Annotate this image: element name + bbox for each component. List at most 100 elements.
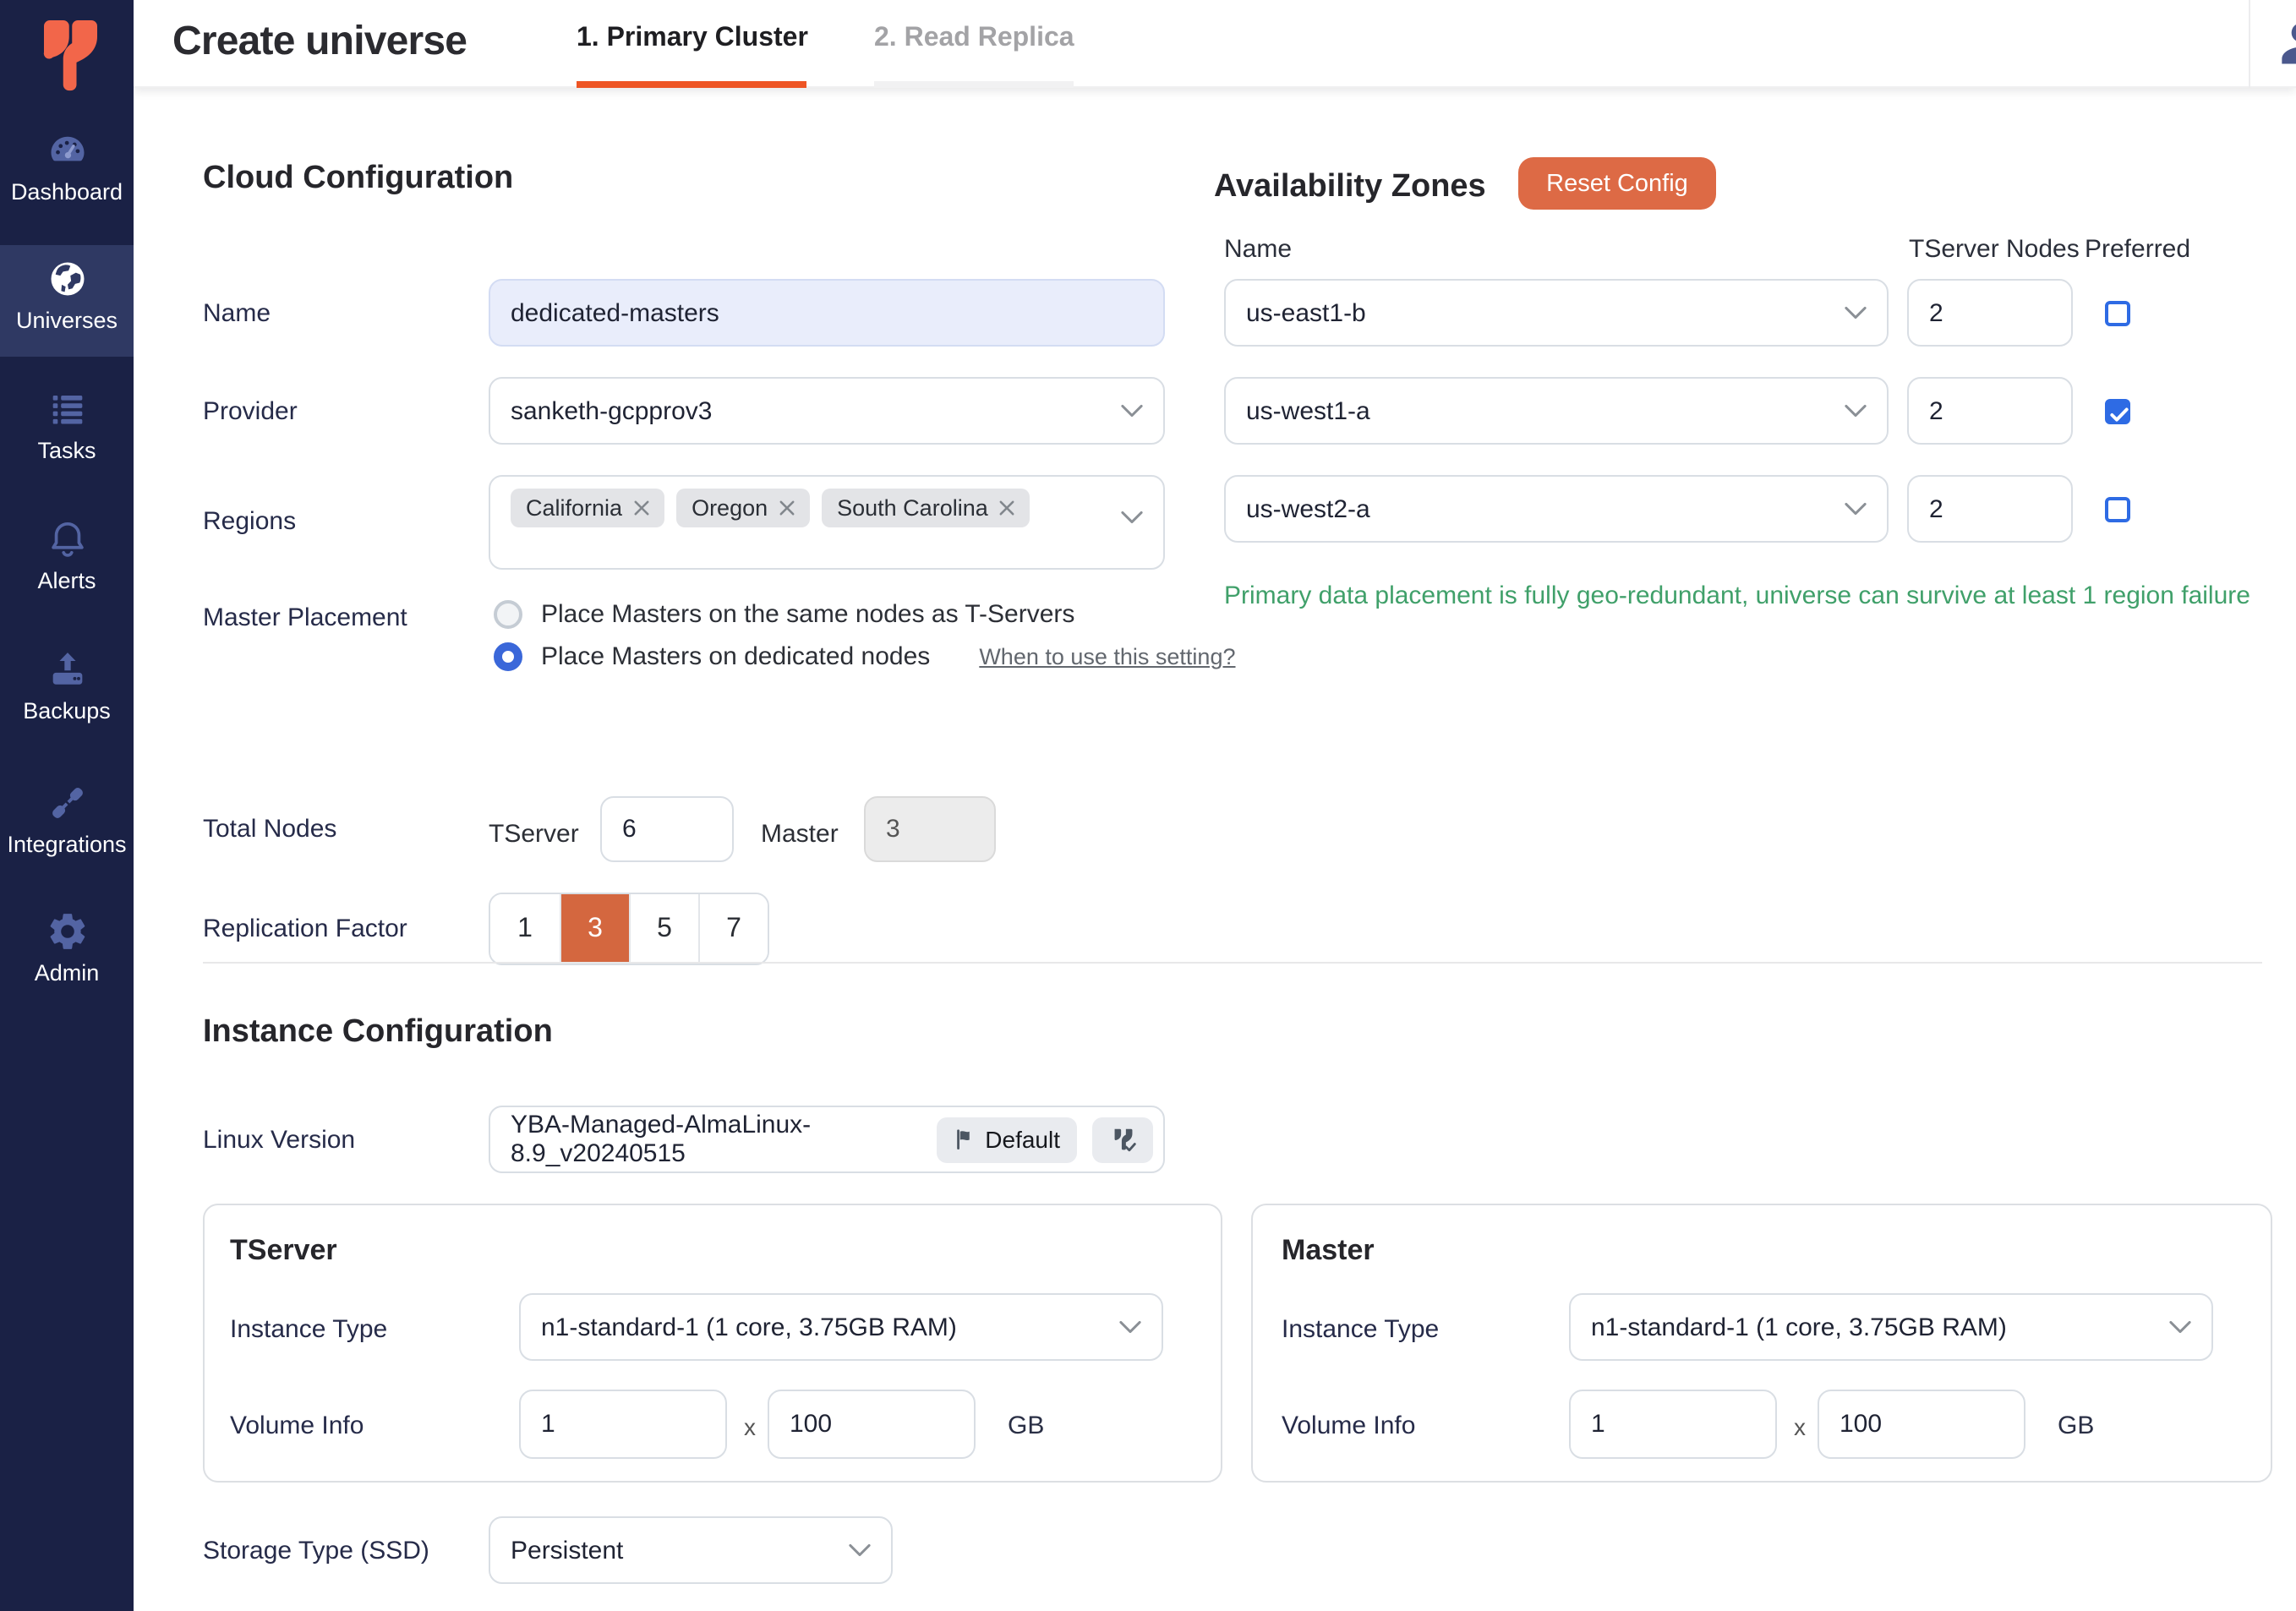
tserver-nodes-input[interactable] — [600, 796, 734, 862]
availability-zones-heading: Availability Zones — [1214, 169, 1486, 206]
linux-version-value: YBA-Managed-AlmaLinux-8.9_v20240515 — [511, 1111, 936, 1168]
az-nodes-input[interactable] — [1907, 475, 2073, 543]
radio-option-label: Place Masters on dedicated nodes — [541, 642, 930, 671]
chevron-down-icon — [1121, 511, 1143, 524]
instance-configuration-heading: Instance Configuration — [203, 1014, 553, 1051]
replication-factor-label: Replication Factor — [203, 915, 407, 943]
az-zone-value: us-west2-a — [1246, 494, 1370, 523]
master-placement-option-dedicated[interactable]: Place Masters on dedicated nodes When to… — [494, 642, 1236, 671]
gauge-icon — [45, 128, 89, 172]
instance-type-value: n1-standard-1 (1 core, 3.75GB RAM) — [1591, 1313, 2007, 1341]
region-chips: California Oregon South Carolina — [511, 489, 1042, 527]
rf-option-1[interactable]: 1 — [490, 894, 560, 964]
tserver-volume-size-input[interactable] — [768, 1390, 976, 1459]
az-column-name: Name — [1224, 235, 1292, 264]
chevron-down-icon — [1845, 306, 1867, 319]
sidebar-item-dashboard[interactable]: Dashboard — [0, 128, 134, 205]
az-zone-select[interactable]: us-east1-b — [1224, 279, 1889, 347]
master-card-title: Master — [1282, 1234, 1375, 1268]
yugabyte-logo[interactable] — [0, 17, 134, 103]
radio-dedicated-nodes[interactable] — [494, 642, 522, 671]
page-title: Create universe — [172, 19, 467, 66]
chevron-down-icon — [2169, 1320, 2191, 1334]
sidebar-item-tasks[interactable]: Tasks — [0, 387, 134, 463]
chevron-down-icon — [1845, 404, 1867, 418]
sidebar-item-label: Backups — [0, 698, 134, 724]
region-chip-label: California — [526, 495, 622, 521]
master-nodes-input — [864, 796, 996, 862]
linux-version-label: Linux Version — [203, 1126, 355, 1155]
check-icon — [2108, 404, 2130, 426]
replication-factor-selector: 1 3 5 7 — [489, 893, 769, 965]
sidebar: Dashboard Universes Tasks — [0, 0, 134, 1611]
sidebar-item-label: Dashboard — [0, 179, 134, 205]
master-instance-type-select[interactable]: n1-standard-1 (1 core, 3.75GB RAM) — [1569, 1293, 2213, 1361]
gear-icon — [45, 909, 89, 953]
az-nodes-input[interactable] — [1907, 279, 2073, 347]
az-zone-select[interactable]: us-west1-a — [1224, 377, 1889, 445]
tab-underline — [874, 81, 1074, 88]
tserver-card-title: TServer — [230, 1234, 337, 1268]
rf-option-5[interactable]: 5 — [629, 894, 698, 964]
tserver-volume-count-input[interactable] — [519, 1390, 727, 1459]
tab-read-replica[interactable]: 2. Read Replica — [874, 0, 1074, 88]
radio-option-label: Place Masters on the same nodes as T-Ser… — [541, 600, 1074, 629]
reset-config-button[interactable]: Reset Config — [1518, 157, 1716, 210]
remove-region-icon[interactable] — [1000, 500, 1015, 516]
linux-version-select[interactable]: YBA-Managed-AlmaLinux-8.9_v20240515 Defa… — [489, 1106, 1165, 1173]
region-chip[interactable]: South Carolina — [822, 489, 1030, 527]
globe-icon — [45, 257, 89, 301]
rf-option-7[interactable]: 7 — [698, 894, 768, 964]
sidebar-item-admin[interactable]: Admin — [0, 909, 134, 986]
master-placement-option-same-nodes[interactable]: Place Masters on the same nodes as T-Ser… — [494, 600, 1074, 629]
tserver-instance-type-select[interactable]: n1-standard-1 (1 core, 3.75GB RAM) — [519, 1293, 1163, 1361]
master-card: Master Instance Type n1-standard-1 (1 co… — [1251, 1204, 2272, 1483]
regions-multiselect[interactable]: California Oregon South Carolina — [489, 475, 1165, 570]
radio-same-nodes[interactable] — [494, 600, 522, 629]
remove-region-icon[interactable] — [634, 500, 649, 516]
tab-label: 2. Read Replica — [874, 24, 1074, 54]
provider-select[interactable]: sanketh-gcpprov3 — [489, 377, 1165, 445]
storage-type-select[interactable]: Persistent — [489, 1516, 893, 1584]
tserver-count-label: TServer — [489, 820, 579, 849]
instance-type-label: Instance Type — [230, 1315, 387, 1344]
preferred-checkbox[interactable] — [2105, 399, 2130, 424]
volume-unit-label: GB — [1008, 1412, 1044, 1440]
storage-type-label: Storage Type (SSD) — [203, 1537, 429, 1565]
preferred-checkbox[interactable] — [2105, 497, 2130, 522]
user-profile-icon[interactable] — [2272, 14, 2296, 71]
regions-label: Regions — [203, 507, 296, 536]
create-universe-page: Dashboard Universes Tasks — [0, 0, 2296, 1611]
sidebar-item-integrations[interactable]: Integrations — [0, 781, 134, 857]
universe-name-input[interactable] — [489, 279, 1165, 347]
master-placement-label: Master Placement — [203, 603, 407, 632]
cloud-configuration-heading: Cloud Configuration — [203, 161, 513, 198]
linux-version-badges: Default — [936, 1117, 1153, 1162]
top-header: Create universe 1. Primary Cluster 2. Re… — [134, 0, 2296, 88]
preferred-checkbox[interactable] — [2105, 301, 2130, 326]
region-chip[interactable]: California — [511, 489, 664, 527]
when-to-use-link[interactable]: When to use this setting? — [979, 644, 1235, 669]
sidebar-item-universes[interactable]: Universes — [0, 257, 134, 333]
az-zone-select[interactable]: us-west2-a — [1224, 475, 1889, 543]
remove-region-icon[interactable] — [779, 500, 795, 516]
az-column-preferred: Preferred — [2085, 235, 2190, 264]
sidebar-item-backups[interactable]: Backups — [0, 647, 134, 724]
master-volume-size-input[interactable] — [1818, 1390, 2025, 1459]
instance-type-label: Instance Type — [1282, 1315, 1439, 1344]
geo-redundancy-message: Primary data placement is fully geo-redu… — [1224, 582, 2250, 610]
yugabyte-managed-icon[interactable] — [1092, 1117, 1153, 1162]
region-chip[interactable]: Oregon — [676, 489, 810, 527]
az-zone-value: us-west1-a — [1246, 396, 1370, 425]
chevron-down-icon — [849, 1543, 871, 1557]
az-nodes-input[interactable] — [1907, 377, 2073, 445]
tab-primary-cluster[interactable]: 1. Primary Cluster — [577, 0, 806, 88]
sidebar-item-label: Universes — [0, 308, 134, 333]
master-volume-count-input[interactable] — [1569, 1390, 1777, 1459]
sidebar-item-label: Alerts — [0, 568, 134, 593]
name-label: Name — [203, 299, 271, 328]
flag-icon — [953, 1128, 975, 1151]
default-badge: Default — [936, 1117, 1077, 1162]
rf-option-3[interactable]: 3 — [560, 894, 629, 964]
sidebar-item-alerts[interactable]: Alerts — [0, 517, 134, 593]
